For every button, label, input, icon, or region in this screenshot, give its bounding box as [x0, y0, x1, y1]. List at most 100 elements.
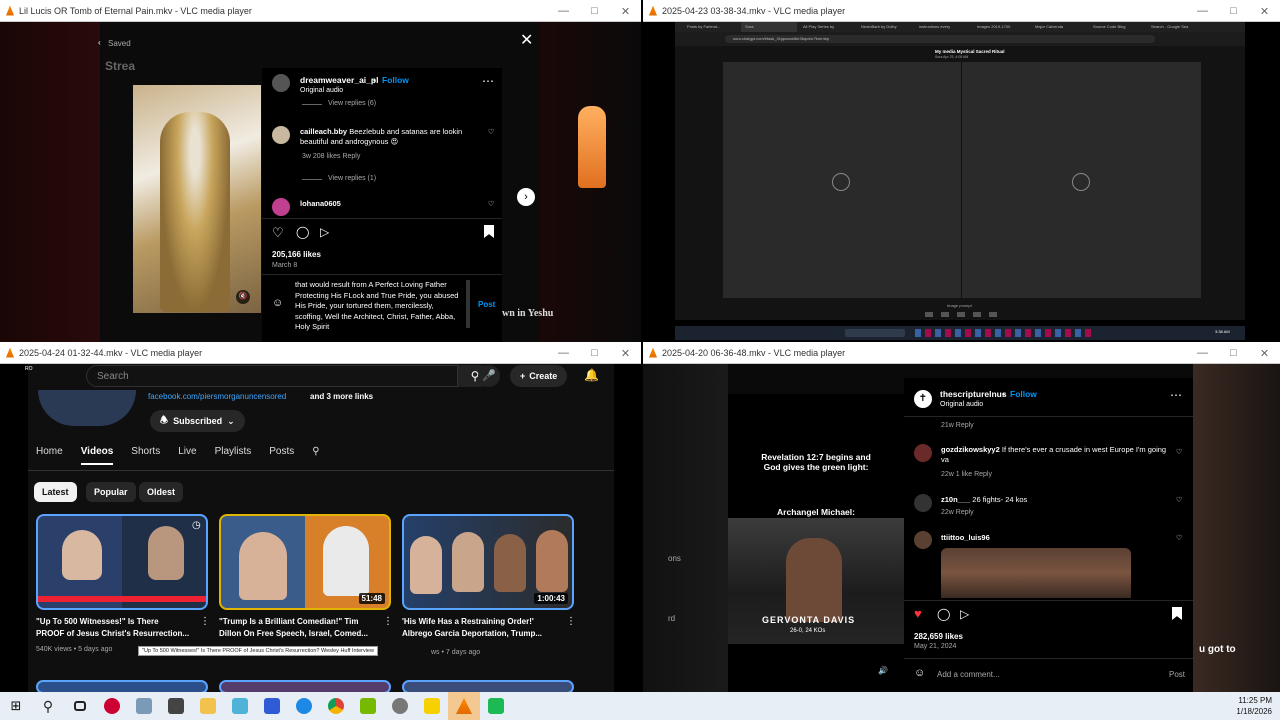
post-button[interactable]: Post	[1169, 670, 1185, 679]
view-replies-link[interactable]: View replies (6)	[328, 100, 376, 107]
title-bar[interactable]: 2025-04-20 06-36-48.mkv - VLC media play…	[643, 342, 1280, 364]
sora-video-preview[interactable]	[723, 62, 1201, 298]
chrome-icon[interactable]	[320, 692, 352, 720]
bookmark-icon[interactable]	[1172, 607, 1182, 620]
back-chevron-icon[interactable]: ‹	[98, 38, 101, 47]
search-input[interactable]: Search	[86, 365, 458, 387]
avatar[interactable]	[914, 444, 932, 462]
video-title[interactable]: "Up To 500 Witnesses!" Is There PROOF of …	[36, 616, 196, 640]
likes-count[interactable]: 205,166 likes	[272, 250, 321, 259]
app-icon[interactable]	[224, 692, 256, 720]
share-icon[interactable]: ▷	[320, 225, 329, 239]
more-links[interactable]: and 3 more links	[310, 392, 373, 401]
video-title[interactable]: "Trump Is a Brilliant Comedian!" Tim Dill…	[219, 616, 379, 640]
comment-icon[interactable]: ◯	[296, 225, 309, 239]
task-view-icon[interactable]	[64, 692, 96, 720]
app-icon[interactable]	[256, 692, 288, 720]
comment-input[interactable]: that would result from A Perfect Loving …	[295, 280, 463, 333]
app-icon[interactable]	[128, 692, 160, 720]
create-button[interactable]: + Create	[510, 365, 568, 387]
tab-playlists[interactable]: Playlists	[215, 446, 252, 465]
watch-later-icon[interactable]: ◷	[192, 520, 201, 531]
bookmark-icon[interactable]	[484, 225, 494, 238]
video-menu-icon[interactable]: ⋮	[566, 616, 576, 627]
like-comment-icon[interactable]: ♡	[1176, 448, 1182, 456]
liked-heart-icon[interactable]: ♥	[914, 606, 922, 621]
audio-label[interactable]: Original audio	[300, 87, 343, 94]
post-button[interactable]: Post	[478, 300, 495, 309]
notifications-bell-icon[interactable]: 🔔	[584, 368, 599, 382]
browser-tab[interactable]: Images 2019-1700	[973, 22, 1029, 32]
title-bar[interactable]: Lil Lucis OR Tomb of Eternal Pain.mkv - …	[0, 0, 641, 22]
speaker-icon[interactable]: 🔊	[878, 666, 888, 675]
maximize-button[interactable]: □	[579, 342, 610, 364]
tab-videos[interactable]: Videos	[80, 446, 114, 465]
like-comment-icon[interactable]: ♡	[488, 128, 494, 136]
likes-count[interactable]: 282,659 likes	[914, 632, 963, 641]
avatar[interactable]	[272, 198, 290, 216]
share-icon[interactable]: ▷	[960, 607, 969, 621]
scrollbar[interactable]	[466, 280, 470, 328]
browser-tab[interactable]: NeoloBarb by Dolby	[857, 22, 913, 32]
browser-tab[interactable]: Posts by Farlend...	[683, 22, 739, 32]
vlc-icon[interactable]	[448, 692, 480, 720]
close-button[interactable]: ✕	[1249, 0, 1280, 22]
channel-avatar[interactable]	[38, 390, 136, 426]
maximize-button[interactable]: □	[1218, 342, 1249, 364]
emoji-icon[interactable]: ☺	[914, 667, 925, 679]
url-bar[interactable]: sora.chatgpt.com/t/task_01jqwxzw6kr3bqcd…	[725, 35, 1155, 43]
tab-posts[interactable]: Posts	[269, 446, 294, 465]
follow-button[interactable]: Follow	[1010, 389, 1037, 399]
reel-video[interactable]: Revelation 12:7 begins and God gives the…	[728, 394, 904, 692]
video-thumbnail[interactable]: 51:48	[219, 514, 391, 610]
browser-tab[interactable]: Search - Google Sea	[1147, 22, 1203, 32]
comment-input[interactable]: Add a comment...	[937, 670, 1000, 679]
vlc-window-1[interactable]: Lil Lucis OR Tomb of Eternal Pain.mkv - …	[0, 0, 641, 342]
sticky-notes-icon[interactable]	[416, 692, 448, 720]
minimize-button[interactable]: —	[548, 0, 579, 22]
app-icon[interactable]	[480, 692, 512, 720]
like-comment-icon[interactable]: ♡	[488, 200, 494, 208]
like-comment-icon[interactable]: ♡	[1176, 496, 1182, 504]
close-button[interactable]: ✕	[610, 342, 641, 364]
more-options-icon[interactable]: ⋯	[482, 74, 494, 88]
minimize-button[interactable]: —	[1187, 0, 1218, 22]
vlc-window-2[interactable]: 2025-04-23 03-38-34.mkv - VLC media play…	[643, 0, 1280, 342]
video-thumbnail[interactable]	[402, 680, 574, 692]
search-icon[interactable]: ⚲	[312, 446, 319, 465]
video-thumbnail[interactable]	[219, 680, 391, 692]
like-icon[interactable]: ♡	[272, 225, 284, 241]
close-icon[interactable]: ✕	[520, 30, 533, 50]
video-thumbnail[interactable]	[36, 680, 208, 692]
search-icon[interactable]: ⚲	[32, 692, 64, 720]
comment-icon[interactable]: ◯	[937, 607, 950, 621]
inner-search-box[interactable]	[845, 329, 905, 337]
video-title[interactable]: 'His Wife Has a Restraining Order!' Albre…	[402, 616, 562, 640]
comment-user[interactable]: lohana0605	[300, 199, 341, 208]
tab-shorts[interactable]: Shorts	[131, 446, 160, 465]
app-icon[interactable]	[384, 692, 416, 720]
close-button[interactable]: ✕	[1249, 342, 1280, 364]
title-bar[interactable]: 2025-04-23 03-38-34.mkv - VLC media play…	[643, 0, 1280, 22]
comment-user[interactable]: ttiittoo_luis96	[941, 533, 990, 542]
maximize-button[interactable]: □	[1218, 0, 1249, 22]
vlc-window-3[interactable]: 2025-04-24 01-32-44.mkv - VLC media play…	[0, 342, 641, 692]
emoji-icon[interactable]: ☺	[272, 297, 283, 309]
maximize-button[interactable]: □	[579, 0, 610, 22]
app-icon[interactable]	[288, 692, 320, 720]
tab-live[interactable]: Live	[178, 446, 196, 465]
app-icon[interactable]	[160, 692, 192, 720]
minimize-button[interactable]: —	[548, 342, 579, 364]
microphone-icon[interactable]: 🎤	[478, 365, 500, 387]
browser-tab[interactable]: instructions every	[915, 22, 971, 32]
account-name[interactable]: thescripturelnus	[940, 389, 1007, 399]
avatar[interactable]	[914, 531, 932, 549]
app-icon[interactable]	[96, 692, 128, 720]
browser-tab[interactable]: Sora	[741, 22, 797, 32]
browser-tab[interactable]: Source Code Blog	[1089, 22, 1145, 32]
app-icon[interactable]	[352, 692, 384, 720]
avatar[interactable]	[914, 494, 932, 512]
subscribed-button[interactable]: 🕭 Subscribed ⌄	[150, 410, 245, 432]
account-name[interactable]: dreamweaver_ai_pl	[300, 75, 378, 85]
mute-icon[interactable]: 🔇	[236, 290, 250, 304]
